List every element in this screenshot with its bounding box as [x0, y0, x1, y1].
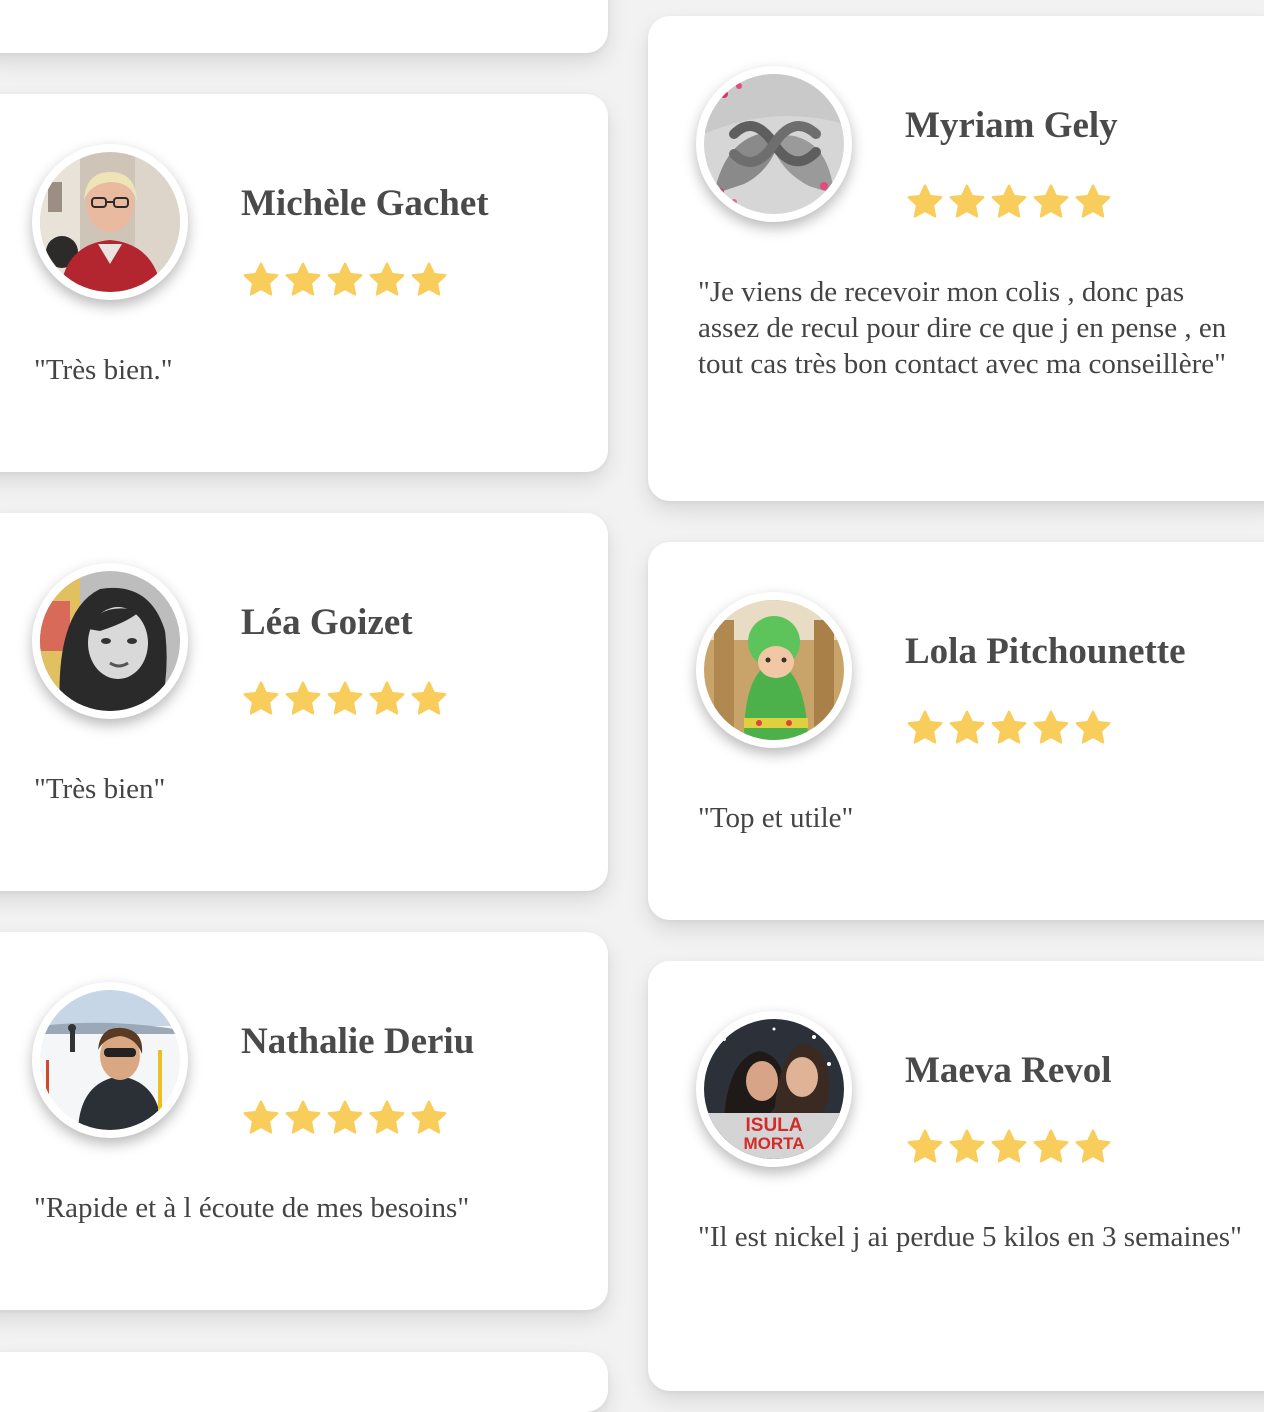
review-card: Myriam Gely "Je viens de recevoir mon co…	[648, 16, 1264, 501]
child-costume-photo-icon	[704, 600, 844, 740]
star-icon	[1033, 710, 1069, 744]
star-icon	[285, 1100, 321, 1134]
star-icon	[907, 710, 943, 744]
star-icon	[991, 184, 1027, 218]
star-icon	[907, 184, 943, 218]
reviewer-name: Myriam Gely	[905, 105, 1118, 146]
star-icon	[243, 681, 279, 715]
avatar	[32, 982, 188, 1138]
star-icon	[907, 1129, 943, 1163]
rating-stars	[241, 679, 449, 719]
star-icon	[369, 262, 405, 296]
star-icon	[327, 681, 363, 715]
avatar: ISULA MORTA	[696, 1011, 852, 1167]
review-card: ISULA MORTA Maeva Revol "Il est nickel j…	[648, 961, 1264, 1391]
avatar-text-line-2: MORTA	[743, 1134, 804, 1153]
avatar	[32, 563, 188, 719]
review-text: "Très bien"	[34, 773, 166, 805]
review-card: Léa Goizet "Très bien"	[0, 513, 608, 891]
woman-glasses-photo-icon	[40, 152, 180, 292]
star-icon	[411, 681, 447, 715]
star-icon	[1075, 710, 1111, 744]
review-text: "Très bien."	[34, 354, 173, 386]
review-card: Lola Pitchounette "Top et utile"	[648, 542, 1264, 920]
avatar	[696, 592, 852, 748]
avatar	[32, 144, 188, 300]
star-icon	[1075, 1129, 1111, 1163]
star-icon	[285, 262, 321, 296]
avatar	[696, 66, 852, 222]
review-card: Michèle Gachet "Très bien."	[0, 94, 608, 472]
reviewer-name: Michèle Gachet	[241, 183, 489, 224]
star-icon	[285, 681, 321, 715]
star-icon	[949, 710, 985, 744]
star-icon	[369, 681, 405, 715]
reviewer-name: Léa Goizet	[241, 602, 413, 643]
star-icon	[243, 1100, 279, 1134]
star-icon	[1033, 1129, 1069, 1163]
review-card-partial-bottom	[0, 1352, 608, 1412]
star-icon	[1033, 184, 1069, 218]
star-icon	[243, 262, 279, 296]
star-icon	[1075, 184, 1111, 218]
star-icon	[949, 1129, 985, 1163]
reviewer-name: Nathalie Deriu	[241, 1021, 475, 1062]
reviewer-name: Maeva Revol	[905, 1050, 1112, 1091]
star-icon	[411, 1100, 447, 1134]
rating-stars	[905, 1127, 1113, 1167]
review-text: "Rapide et à l écoute de mes besoins"	[34, 1192, 470, 1224]
star-icon	[369, 1100, 405, 1134]
star-icon	[949, 184, 985, 218]
review-text: "Il est nickel j ai perdue 5 kilos en 3 …	[698, 1221, 1242, 1253]
avatar-text-line-1: ISULA	[746, 1115, 803, 1136]
star-icon	[991, 1129, 1027, 1163]
review-text: "Top et utile"	[698, 802, 854, 834]
couple-photo-icon: ISULA MORTA	[704, 1019, 844, 1159]
star-icon	[327, 1100, 363, 1134]
review-card: Nathalie Deriu "Rapide et à l écoute de …	[0, 932, 608, 1310]
star-icon	[327, 262, 363, 296]
star-icon	[991, 710, 1027, 744]
rating-stars	[905, 708, 1113, 748]
review-card-partial-top	[0, 0, 608, 53]
rating-stars	[241, 260, 449, 300]
infinity-hands-photo-icon	[704, 74, 844, 214]
rating-stars	[241, 1098, 449, 1138]
ski-slope-photo-icon	[40, 990, 180, 1130]
star-icon	[411, 262, 447, 296]
rating-stars	[905, 182, 1113, 222]
reviewer-name: Lola Pitchounette	[905, 631, 1186, 672]
review-text: "Je viens de recevoir mon colis , donc p…	[698, 276, 1227, 380]
woman-portrait-photo-icon	[40, 571, 180, 711]
